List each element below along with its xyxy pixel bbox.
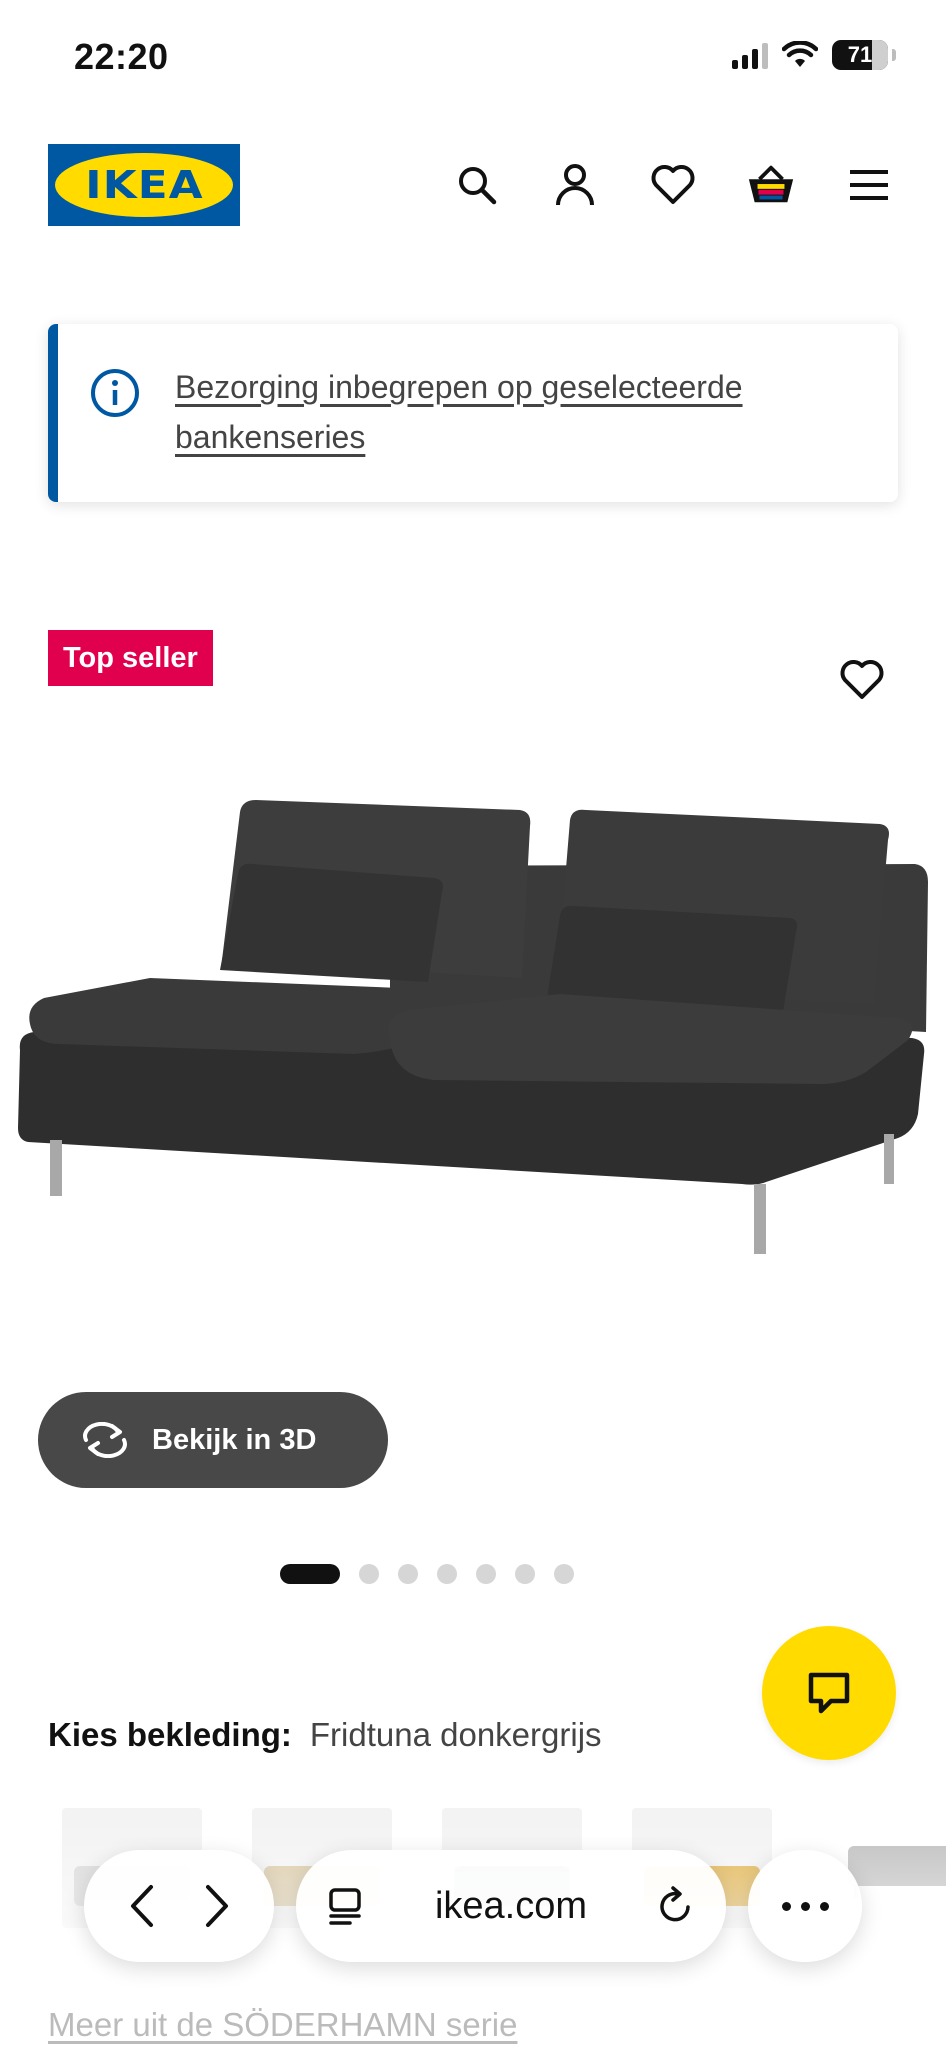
cellular-signal-icon: [732, 41, 768, 69]
header-nav: [452, 160, 894, 210]
product-image-sofa[interactable]: [10, 782, 936, 1342]
browser-more-button[interactable]: [748, 1850, 862, 1962]
search-icon[interactable]: [452, 160, 502, 210]
carousel-dot[interactable]: [554, 1564, 574, 1584]
upholstery-label: Kies bekleding:: [48, 1716, 292, 1753]
image-carousel-indicator: [0, 1564, 946, 1584]
carousel-dot[interactable]: [515, 1564, 535, 1584]
ikea-logo[interactable]: IKEA: [48, 144, 240, 226]
site-header: IKEA: [48, 140, 900, 230]
basket-icon[interactable]: [746, 160, 796, 210]
forward-arrow-icon[interactable]: [202, 1883, 232, 1929]
carousel-dot[interactable]: [437, 1564, 457, 1584]
browser-address-bar[interactable]: ikea.com: [296, 1850, 726, 1962]
view-in-3d-label: Bekijk in 3D: [152, 1423, 317, 1456]
heart-icon: [840, 660, 884, 699]
carousel-dot[interactable]: [398, 1564, 418, 1584]
more-icon: [781, 1901, 829, 1911]
chat-icon: [808, 1672, 850, 1714]
rotate-3d-icon: [83, 1422, 127, 1458]
upholstery-selector: Kies bekleding: Fridtuna donkergrijs: [48, 1716, 602, 1754]
browser-nav-controls: [84, 1850, 274, 1962]
carousel-dot-active[interactable]: [280, 1564, 340, 1584]
status-bar: 22:20 71: [0, 0, 946, 120]
banner-accent: [48, 324, 58, 502]
back-arrow-icon[interactable]: [127, 1883, 157, 1929]
status-indicators: 71: [732, 40, 896, 70]
more-from-series-link[interactable]: Meer uit de SÖDERHAMN serie: [48, 2006, 517, 2044]
url-text: ikea.com: [434, 1884, 588, 1927]
status-time: 22:20: [74, 36, 169, 77]
top-seller-badge: Top seller: [48, 630, 213, 686]
wifi-icon: [782, 41, 818, 67]
battery-icon: 71: [832, 40, 888, 70]
heart-icon[interactable]: [648, 160, 698, 210]
battery-level: 71: [847, 42, 873, 67]
menu-icon[interactable]: [844, 160, 894, 210]
product-media: Top seller Bekijk in 3D: [0, 612, 946, 1584]
account-icon[interactable]: [550, 160, 600, 210]
delivery-banner-link[interactable]: Bezorging inbegrepen op geselecteerde ba…: [175, 362, 855, 462]
delivery-banner: Bezorging inbegrepen op geselecteerde ba…: [48, 324, 898, 502]
tab-overview-icon[interactable]: [326, 1886, 366, 1926]
add-to-favourites-button[interactable]: [834, 652, 890, 708]
logo-wordmark: IKEA: [84, 163, 204, 207]
info-icon: [91, 369, 139, 417]
upholstery-value: Fridtuna donkergrijs: [309, 1716, 602, 1753]
carousel-dot[interactable]: [359, 1564, 379, 1584]
view-in-3d-button[interactable]: Bekijk in 3D: [38, 1392, 388, 1488]
chat-button[interactable]: [762, 1626, 896, 1760]
carousel-dot[interactable]: [476, 1564, 496, 1584]
reload-icon[interactable]: [656, 1885, 696, 1927]
